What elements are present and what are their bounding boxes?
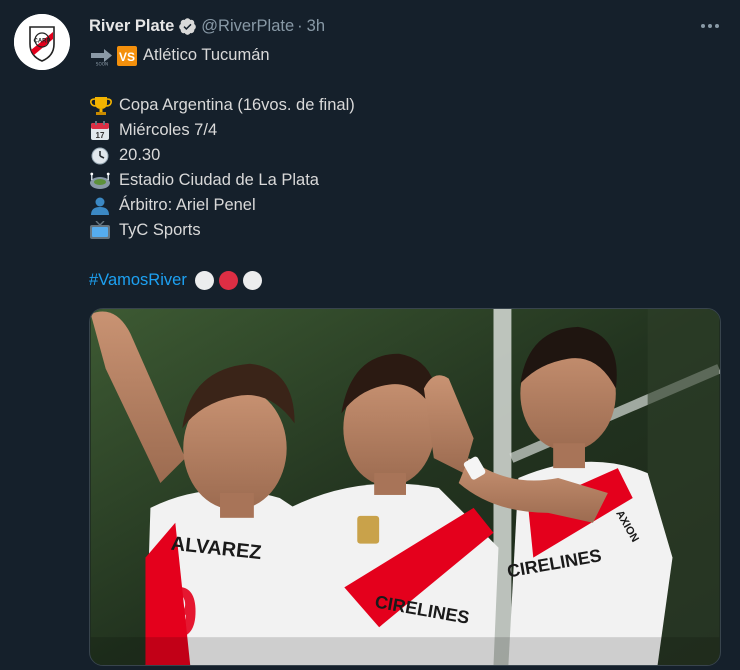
referee-text: Árbitro: Ariel Penel	[119, 196, 256, 214]
red-circle-icon	[218, 271, 238, 290]
team-celebration-photo: ALVAREZ 9 CIRELINES CIRELINES AXION	[90, 309, 720, 665]
avatar[interactable]: CARP	[14, 14, 70, 70]
tweet-line-tv: TyC Sports	[89, 218, 721, 243]
soon-arrow-icon: SOON	[89, 46, 115, 66]
date-text: Miércoles 7/4	[119, 121, 218, 139]
tweet-header: River Plate @RiverPlate · 3h	[89, 12, 721, 40]
competition-text: Copa Argentina (16vos. de final)	[119, 96, 355, 114]
opponent-text: Atlético Tucumán	[143, 46, 270, 64]
tv-icon	[89, 220, 113, 241]
svg-text:17: 17	[96, 131, 105, 140]
timestamp[interactable]: 3h	[307, 17, 325, 36]
tweet-line-stadium: Estadio Ciudad de La Plata	[89, 168, 721, 193]
svg-text:CARP: CARP	[33, 39, 50, 45]
tweet-line-referee: Árbitro: Ariel Penel	[89, 193, 721, 218]
vs-icon: VS	[117, 45, 137, 66]
person-icon	[89, 196, 113, 216]
svg-text:VS: VS	[119, 50, 135, 64]
author-name[interactable]: River Plate	[89, 17, 174, 36]
time-text: 20.30	[119, 146, 161, 164]
verified-badge-icon	[178, 17, 197, 36]
author-handle[interactable]: @RiverPlate	[201, 17, 294, 36]
tv-text: TyC Sports	[119, 221, 201, 239]
white-circle-icon	[242, 271, 262, 290]
clock-icon	[89, 146, 113, 166]
hashtag-line: #VamosRiver	[89, 268, 721, 293]
white-circle-icon	[194, 271, 214, 290]
tweet-line-time: 20.30	[89, 143, 721, 168]
stadium-icon	[89, 171, 113, 191]
tweet-line-opponent: SOON VS Atlético Tucumán	[89, 43, 721, 68]
tweet[interactable]: CARP River Plate @RiverPlate · 3h SOON V…	[0, 0, 740, 670]
tweet-line-competition: Copa Argentina (16vos. de final)	[89, 93, 721, 118]
svg-text:SOON: SOON	[96, 61, 108, 66]
calendar-icon: 17	[89, 120, 113, 141]
stadium-text: Estadio Ciudad de La Plata	[119, 171, 319, 189]
tweet-media-photo[interactable]: ALVAREZ 9 CIRELINES CIRELINES AXION	[89, 308, 721, 666]
river-plate-crest-icon: CARP	[14, 14, 70, 70]
tweet-line-date: 17 Miércoles 7/4	[89, 118, 721, 143]
trophy-icon	[89, 96, 113, 116]
hashtag-link[interactable]: #VamosRiver	[89, 271, 187, 290]
color-circles	[194, 271, 267, 290]
separator-dot: ·	[297, 16, 303, 35]
more-options-icon[interactable]	[698, 16, 722, 36]
